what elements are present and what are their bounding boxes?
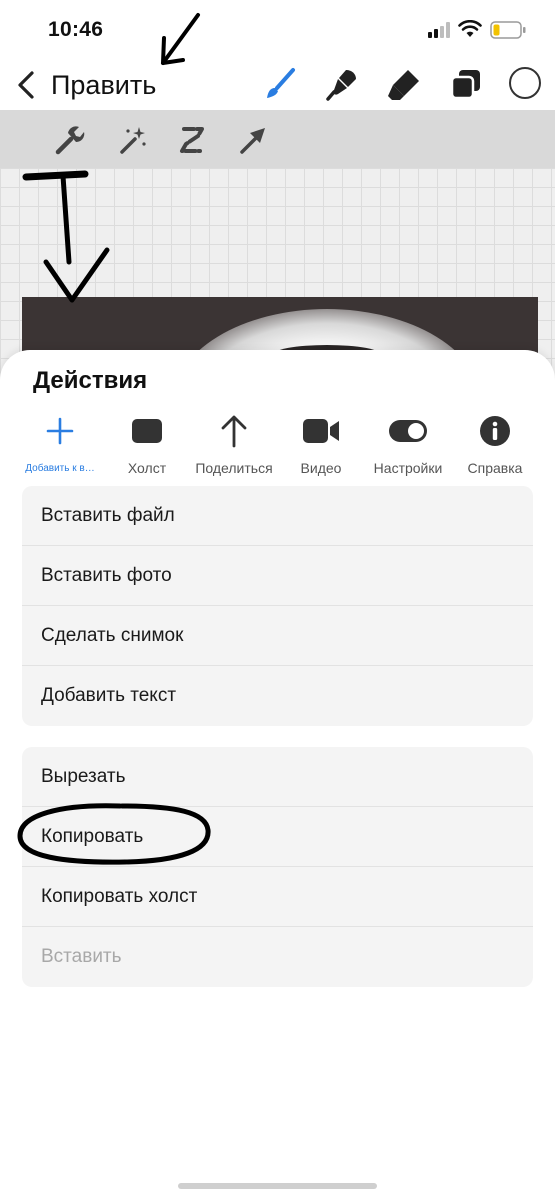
plus-icon xyxy=(46,417,74,445)
add-text-item[interactable]: Добавить текст xyxy=(22,666,533,726)
share-arrow-icon xyxy=(221,415,247,448)
tab-label: Добавить к в… xyxy=(25,463,95,474)
copy-canvas-item[interactable]: Копировать холст xyxy=(22,867,533,927)
brush-icon[interactable] xyxy=(262,66,298,102)
insert-actions-group: Вставить файл Вставить фото Сделать сним… xyxy=(22,486,533,726)
magic-wand-icon[interactable] xyxy=(117,124,149,156)
take-photo-item[interactable]: Сделать снимок xyxy=(22,606,533,666)
tab-label: Холст xyxy=(127,460,167,476)
tab-label: Поделиться xyxy=(195,460,273,476)
page-title[interactable]: Править xyxy=(51,70,156,101)
wifi-icon xyxy=(458,20,482,37)
paste-item[interactable]: Вставить xyxy=(22,927,533,987)
tab-canvas[interactable]: Холст xyxy=(103,410,191,480)
video-camera-icon xyxy=(303,419,339,443)
toggle-icon xyxy=(389,420,427,442)
actions-tab-bar: Добавить к в… Холст Поделиться Видео Нас… xyxy=(0,410,555,480)
chevron-left-icon[interactable] xyxy=(14,70,38,100)
sheet-title: Действия xyxy=(33,367,148,394)
cut-item[interactable]: Вырезать xyxy=(22,747,533,807)
canvas-icon xyxy=(132,419,162,443)
smudge-icon[interactable] xyxy=(324,66,360,102)
tab-help[interactable]: Справка xyxy=(451,410,539,480)
tab-add[interactable]: Добавить к в… xyxy=(16,410,104,480)
tab-video[interactable]: Видео xyxy=(277,410,365,480)
insert-photo-item[interactable]: Вставить фото xyxy=(22,546,533,606)
transform-arrow-icon[interactable] xyxy=(237,124,269,156)
tab-label: Настройки xyxy=(373,460,443,476)
layers-icon[interactable] xyxy=(448,66,484,102)
tab-label: Справка xyxy=(467,460,523,476)
sub-toolbar xyxy=(0,110,555,168)
battery-icon xyxy=(490,21,526,39)
tab-settings[interactable]: Настройки xyxy=(364,410,452,480)
status-bar: 10:46 xyxy=(0,0,555,60)
actions-sheet: Действия Добавить к в… Холст Поделиться … xyxy=(0,350,555,1200)
tab-share[interactable]: Поделиться xyxy=(190,410,278,480)
home-indicator[interactable] xyxy=(178,1183,377,1189)
color-picker-button[interactable] xyxy=(509,67,541,99)
copy-item[interactable]: Копировать xyxy=(22,807,533,867)
app-toolbar: Править xyxy=(0,60,555,110)
eraser-icon[interactable] xyxy=(386,66,422,102)
info-icon xyxy=(480,416,510,446)
clipboard-actions-group: Вырезать Копировать Копировать холст Вст… xyxy=(22,747,533,987)
insert-file-item[interactable]: Вставить файл xyxy=(22,486,533,546)
cellular-signal-icon xyxy=(428,22,450,38)
selection-icon[interactable] xyxy=(176,124,208,156)
status-time: 10:46 xyxy=(48,18,104,41)
tab-label: Видео xyxy=(300,460,342,476)
wrench-icon[interactable] xyxy=(54,124,86,156)
